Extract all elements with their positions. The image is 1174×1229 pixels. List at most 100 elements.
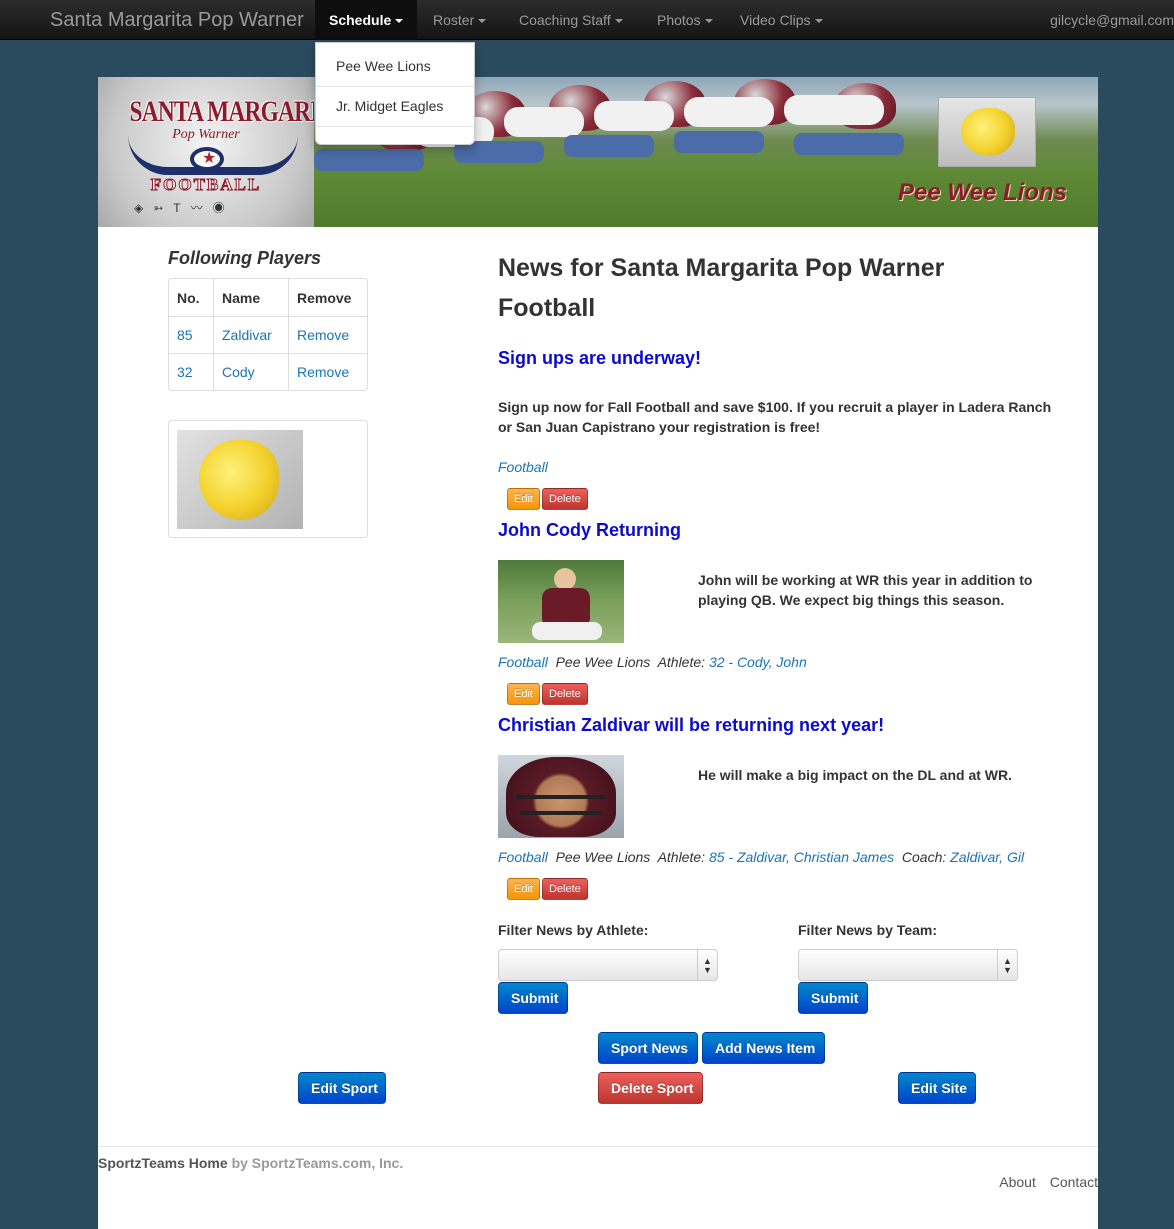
table-row: 85 Zaldivar Remove: [169, 316, 367, 353]
nav-schedule[interactable]: Schedule: [315, 0, 418, 40]
delete-news-button[interactable]: Delete: [542, 878, 588, 900]
news-meta: Football Pee Wee Lions Athlete: 32 - Cod…: [498, 654, 807, 670]
caret-down-icon: [395, 19, 404, 24]
player-jersey: [504, 107, 584, 137]
remove-player-link[interactable]: Remove: [288, 353, 367, 390]
athlete-label: Athlete:: [657, 654, 706, 670]
edit-site-button[interactable]: Edit Site: [898, 1072, 976, 1104]
news-headline-link[interactable]: Sign ups are underway!: [498, 348, 701, 369]
nav-coaching-staff[interactable]: Coaching Staff: [505, 0, 637, 40]
top-navbar: Santa Margarita Pop Warner Schedule Rost…: [0, 0, 1174, 40]
logo-football-word: FOOTBALL: [150, 175, 262, 195]
following-players-table: No. Name Remove 85 Zaldivar Remove 32 Co…: [168, 278, 368, 391]
nav-schedule-label: Schedule: [329, 12, 392, 28]
edit-news-button[interactable]: Edit: [507, 878, 540, 900]
sport-tag-link[interactable]: Football: [498, 849, 548, 865]
athlete-link[interactable]: 85 - Zaldivar, Christian James: [709, 849, 894, 865]
player-legs: [564, 135, 654, 157]
user-account-link[interactable]: gilcycle@gmail.com: [1050, 0, 1174, 40]
caret-down-icon: [614, 19, 623, 24]
logo-title: SANTA MARGARITA: [129, 95, 349, 128]
select-arrows-icon: ▲ ▼: [997, 950, 1017, 980]
lion-logo-image: [177, 430, 303, 529]
site-banner: SANTA MARGARITA Pop Warner ★ FOOTBALL ◈➳…: [98, 77, 1098, 227]
delete-news-button[interactable]: Delete: [542, 683, 588, 705]
table-header-row: No. Name Remove: [169, 279, 367, 316]
nav-video-clips[interactable]: Video Clips: [726, 0, 837, 40]
coach-label: Coach:: [901, 849, 947, 865]
nav-video-clips-label: Video Clips: [740, 12, 811, 28]
player-number-link[interactable]: 85: [169, 316, 213, 353]
nav-roster-label: Roster: [433, 12, 475, 28]
column-header-no: No.: [177, 289, 200, 306]
player-legs: [314, 149, 424, 171]
player-name-link[interactable]: Zaldivar: [213, 316, 288, 353]
edit-news-button[interactable]: Edit: [507, 683, 540, 705]
athlete-filter-select[interactable]: ▲ ▼: [498, 949, 718, 981]
filter-athlete-label: Filter News by Athlete:: [498, 922, 649, 938]
team-caption: Pee Wee Lions: [898, 179, 1067, 206]
nav-roster[interactable]: Roster: [419, 0, 500, 40]
table-row: 32 Cody Remove: [169, 353, 367, 390]
news-meta: Football: [498, 459, 548, 475]
nav-coaching-staff-label: Coaching Staff: [519, 12, 611, 28]
player-number-link[interactable]: 32: [169, 353, 213, 390]
team-tag: Pee Wee Lions: [555, 849, 651, 865]
athlete-label: Athlete:: [657, 849, 706, 865]
remove-player-link[interactable]: Remove: [288, 316, 367, 353]
news-body: John will be working at WR this year in …: [698, 572, 1033, 608]
player-pants: [532, 622, 602, 640]
delete-news-button[interactable]: Delete: [542, 488, 588, 510]
edit-news-button[interactable]: Edit: [507, 488, 540, 510]
dropdown-item-pee-wee-lions[interactable]: Pee Wee Lions: [316, 47, 474, 87]
filter-team-label: Filter News by Team:: [798, 922, 938, 938]
news-body: He will make a big impact on the DL and …: [698, 767, 1013, 783]
athlete-link[interactable]: 32 - Cody, John: [709, 654, 807, 670]
about-link[interactable]: About: [999, 1174, 1036, 1190]
nav-photos-label: Photos: [657, 12, 701, 28]
star-emblem-icon: ★: [190, 147, 224, 171]
caret-down-icon: [704, 19, 713, 24]
news-photo-cody[interactable]: [498, 560, 624, 643]
caret-down-icon: [478, 19, 487, 24]
nav-photos[interactable]: Photos: [643, 0, 727, 40]
schedule-dropdown-menu: Pee Wee Lions Jr. Midget Eagles: [315, 42, 475, 145]
add-news-item-button[interactable]: Add News Item: [702, 1032, 825, 1064]
column-header-name: Name: [213, 279, 288, 316]
contact-link[interactable]: Contact: [1050, 1174, 1098, 1190]
facemask-bar: [520, 811, 602, 815]
team-filter-submit-button[interactable]: Submit: [798, 982, 868, 1014]
news-headline-link[interactable]: John Cody Returning: [498, 520, 681, 541]
player-head: [554, 568, 576, 590]
news-meta: Football Pee Wee Lions Athlete: 85 - Zal…: [498, 849, 1024, 865]
sportzteams-home-link[interactable]: SportzTeams Home: [98, 1155, 228, 1171]
lion-head-icon: [961, 108, 1015, 156]
player-name-link[interactable]: Cody: [213, 353, 288, 390]
logo-subtitle: Pop Warner: [172, 127, 240, 142]
footer-divider: [98, 1146, 1098, 1147]
player-jersey: [594, 101, 674, 131]
lion-head-icon: [199, 440, 279, 520]
player-legs: [674, 131, 764, 153]
team-logo-thumbnail: [168, 420, 368, 538]
coach-link[interactable]: Zaldivar, Gil: [950, 849, 1024, 865]
player-jersey: [784, 95, 884, 125]
team-filter-select[interactable]: ▲ ▼: [798, 949, 1018, 981]
sport-tag-link[interactable]: Football: [498, 654, 548, 670]
caret-down-icon: [814, 19, 823, 24]
team-mascot-icons: ◈➳T〰◉: [134, 201, 235, 215]
brand-link[interactable]: Santa Margarita Pop Warner: [50, 9, 304, 32]
edit-sport-button[interactable]: Edit Sport: [298, 1072, 386, 1104]
delete-sport-button[interactable]: Delete Sport: [598, 1072, 703, 1104]
player-legs: [794, 133, 904, 155]
news-photo-zaldivar[interactable]: [498, 755, 624, 838]
sport-tag-link[interactable]: Football: [498, 459, 548, 475]
news-body: Sign up now for Fall Football and save $…: [498, 399, 1052, 435]
santa-margarita-logo: SANTA MARGARITA Pop Warner ★ FOOTBALL ◈➳…: [98, 77, 349, 227]
sport-news-button[interactable]: Sport News: [598, 1032, 698, 1064]
athlete-filter-submit-button[interactable]: Submit: [498, 982, 568, 1014]
news-headline-link[interactable]: Christian Zaldivar will be returning nex…: [498, 715, 884, 736]
team-tag: Pee Wee Lions: [555, 654, 651, 670]
player-jersey: [684, 97, 774, 127]
dropdown-item-jr-midget-eagles[interactable]: Jr. Midget Eagles: [316, 87, 474, 127]
